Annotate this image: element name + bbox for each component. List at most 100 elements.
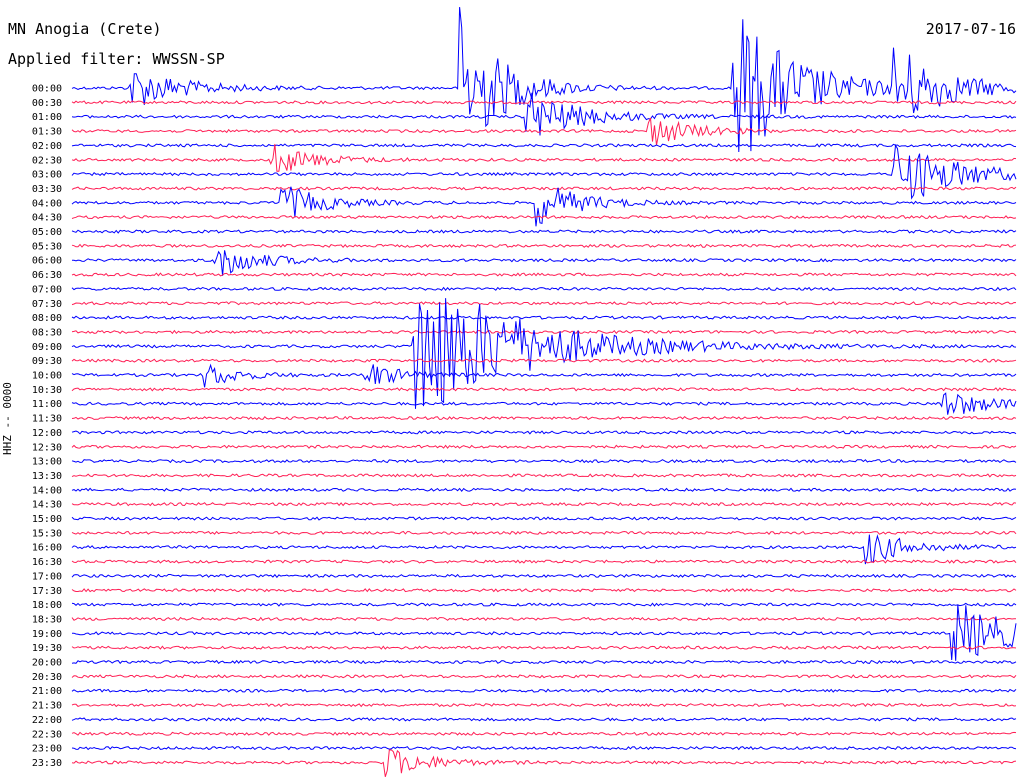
seismic-trace-row [71,604,1017,661]
seismic-trace-row [71,215,1017,220]
row-time-label: 08:00 [32,313,62,324]
seismic-trace-row [71,688,1017,693]
seismic-trace-row [71,473,1017,478]
seismic-trace-row [71,430,1017,435]
seismic-trace-row [71,573,1017,579]
row-time-label: 06:00 [32,256,62,267]
seismic-trace-row [71,659,1017,665]
seismic-trace-row [71,363,1017,388]
row-time-label: 18:30 [32,614,62,625]
row-time-label: 22:30 [32,729,62,740]
row-time-label: 20:30 [32,672,62,683]
seismic-trace-row [71,674,1017,679]
row-time-label: 00:30 [32,98,62,109]
seismic-trace-row [71,286,1017,291]
row-time-label: 15:30 [32,528,62,539]
row-time-label: 08:30 [32,327,62,338]
row-time-label: 18:00 [32,600,62,611]
row-time-label: 17:00 [32,571,62,582]
seismic-trace-row [71,645,1017,650]
row-time-label: 12:00 [32,428,62,439]
seismic-trace-row [71,229,1017,234]
seismic-traces [71,7,1017,777]
seismic-trace-row [71,329,1017,335]
row-time-label: 16:00 [32,543,62,554]
row-time-label: 17:30 [32,586,62,597]
seismic-trace-row [71,117,1017,146]
seismic-trace-row [71,143,1017,148]
seismic-trace-row [71,703,1017,708]
seismic-trace-row [71,250,1017,276]
row-time-label: 06:30 [32,270,62,281]
seismic-trace-row [71,415,1017,421]
seismic-trace-row [71,315,1017,320]
row-time-label: 11:00 [32,399,62,410]
seismic-trace-row [71,502,1017,507]
seismic-trace-row [71,298,1017,409]
seismic-trace-row [71,100,1017,105]
seismic-trace-row [71,358,1017,363]
row-time-label: 01:00 [32,112,62,123]
row-time-label: 01:30 [32,127,62,138]
station-title: MN Anogia (Crete) [8,20,162,38]
seismic-trace-row [71,534,1017,565]
seismic-trace-row [71,616,1017,622]
row-time-label: 04:30 [32,213,62,224]
date-label: 2017-07-16 [925,20,1016,38]
row-time-label: 02:30 [32,155,62,166]
row-time-label: 23:30 [32,758,62,769]
row-time-label: 00:00 [32,84,62,95]
row-time-label: 14:30 [32,500,62,511]
seismic-trace-row [71,392,1017,415]
row-time-label: 13:30 [32,471,62,482]
seismic-trace-row [71,487,1017,493]
seismic-trace-row [71,186,1017,191]
seismic-trace-row [71,444,1017,449]
seismic-trace-row [71,588,1017,593]
helicorder-plot: 00:00 00:30 01:00 01:30 02:00 02:30 03:00 03:30… [32,7,1017,777]
row-time-label: 09:00 [32,342,62,353]
seismic-trace-row [71,387,1017,392]
row-time-label: 05:00 [32,227,62,238]
seismic-trace-row [71,459,1017,464]
seismic-trace-row [71,749,1017,777]
row-time-label: 15:00 [32,514,62,525]
row-time-label: 03:00 [32,170,62,181]
seismic-trace-row [71,746,1017,751]
row-time-label: 12:30 [32,442,62,453]
seismic-trace-row [71,717,1017,722]
row-time-label: 02:00 [32,141,62,152]
row-time-label: 07:30 [32,299,62,310]
row-time-label: 13:00 [32,457,62,468]
row-time-label: 10:00 [32,371,62,382]
row-time-label: 19:30 [32,643,62,654]
row-time-label: 23:00 [32,744,62,755]
seismic-trace-row [71,186,1017,227]
seismic-trace-row [71,559,1017,564]
row-time-label: 21:00 [32,686,62,697]
row-time-label: 07:00 [32,284,62,295]
row-time-label: 09:30 [32,356,62,367]
seismic-trace-row [71,602,1017,607]
row-time-label: 11:30 [32,414,62,425]
seismic-trace-row [71,301,1017,306]
row-time-label: 05:30 [32,241,62,252]
row-time-label: 10:30 [32,385,62,396]
seismic-trace-row [71,143,1017,172]
row-time-label: 21:30 [32,701,62,712]
seismic-trace-row [71,243,1017,248]
row-time-label: 14:00 [32,485,62,496]
row-time-label: 03:30 [32,184,62,195]
time-tick-labels: 00:00 00:30 01:00 01:30 02:00 02:30 03:00 03:30… [32,84,62,769]
filter-label: Applied filter: WWSSN-SP [8,50,225,68]
seismic-trace-row [71,516,1017,521]
row-time-label: 04:00 [32,198,62,209]
channel-axis-label: HHZ -- 0000 [1,382,14,455]
row-time-label: 22:00 [32,715,62,726]
seismic-trace-row [71,7,1017,153]
seismic-trace-row [71,92,1017,136]
seismic-trace-row [71,731,1017,736]
row-time-label: 19:00 [32,629,62,640]
seismic-trace-row [71,530,1017,535]
seismic-trace-row [71,272,1017,277]
